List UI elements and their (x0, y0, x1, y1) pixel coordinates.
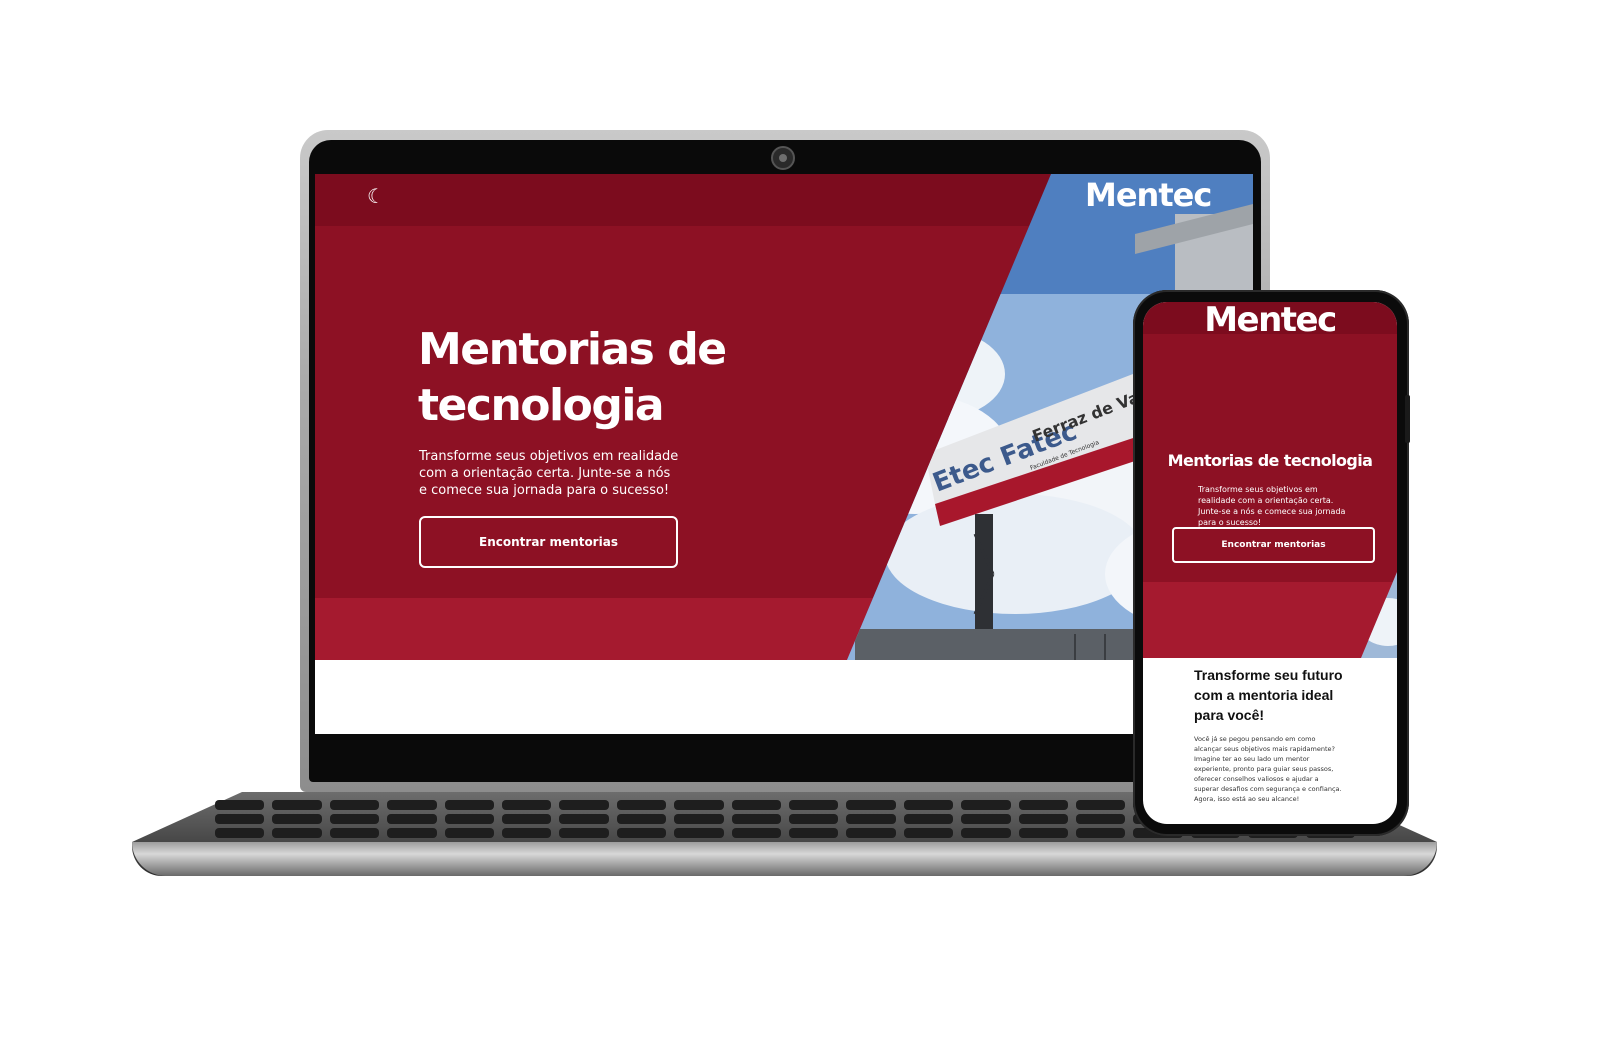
phone-side-button (1405, 395, 1410, 443)
webcam (771, 146, 795, 170)
mobile-hero-bottom-band (1143, 582, 1397, 658)
mobile-site-logo[interactable]: Mentec (1143, 302, 1397, 340)
phone-screen: Mentec Mentorias de tecnologia Transform… (1143, 302, 1397, 824)
mobile-hero-subtitle: Transforme seus objetivos em realidade c… (1198, 485, 1346, 527)
moon-icon[interactable]: ☾ (367, 184, 387, 208)
mobile-section-heading: Transforme seu futuro com a mentoria ide… (1194, 667, 1343, 723)
site-logo[interactable]: Mentec (1085, 176, 1212, 214)
hero-subtitle: Transforme seus objetivos em realidade c… (419, 449, 679, 498)
find-mentorships-button[interactable]: Encontrar mentorias (419, 516, 678, 568)
mobile-find-mentorships-button[interactable]: Encontrar mentorias (1172, 527, 1375, 563)
mobile-hero-title: Mentorias de tecnologia (1167, 451, 1373, 470)
laptop-screen: Etec Fatec Ferraz de Vasc Faculdade de T… (315, 174, 1253, 734)
laptop-base-edge (132, 842, 1437, 876)
mobile-section-body: Você já se pegou pensando em como alcanç… (1194, 735, 1342, 803)
hero-title: Mentorias de tecnologia (418, 324, 727, 431)
